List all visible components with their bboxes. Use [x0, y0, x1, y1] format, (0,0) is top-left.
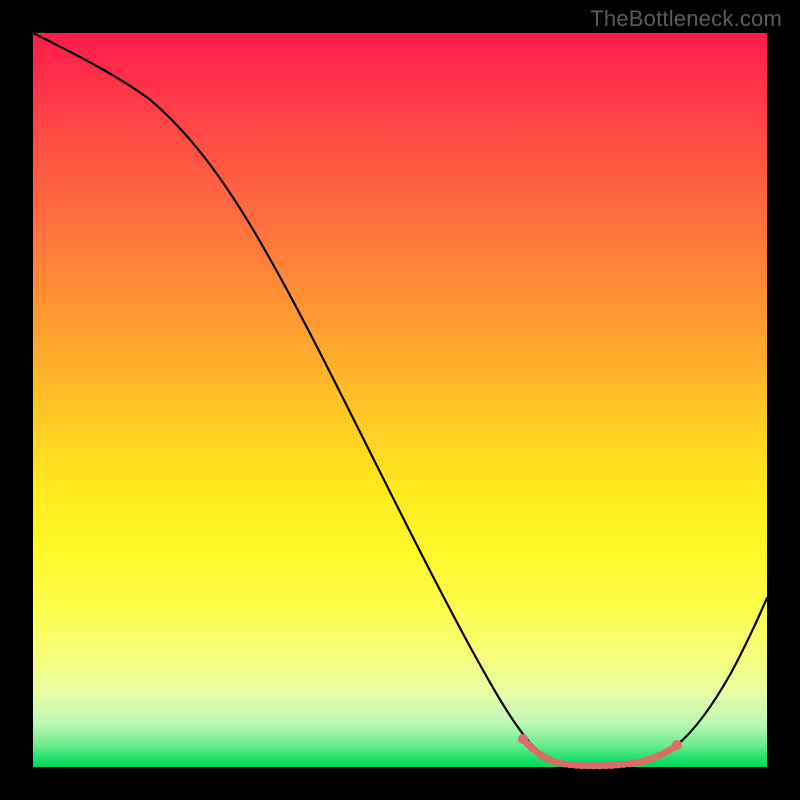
gradient-plot-area — [33, 33, 767, 767]
optimal-range-start-dot — [518, 734, 528, 744]
optimal-range-highlight — [523, 739, 677, 766]
chart-frame: TheBottleneck.com — [0, 0, 800, 800]
curve-path — [33, 33, 767, 766]
bottleneck-curve — [33, 33, 767, 767]
attribution-text: TheBottleneck.com — [590, 6, 782, 32]
optimal-range-end-dot — [672, 740, 682, 750]
